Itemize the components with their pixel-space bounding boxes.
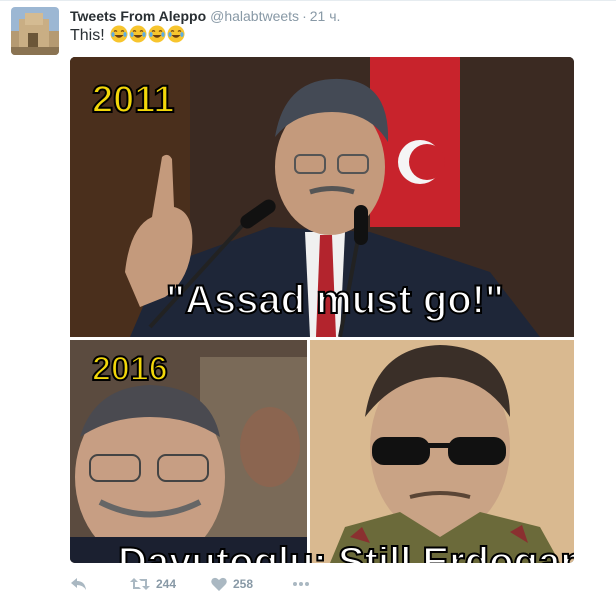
caption-year-bottom: 2016	[92, 350, 168, 388]
avatar[interactable]	[11, 7, 59, 55]
separator: ·	[302, 8, 307, 24]
caption-year-top: 2011	[92, 79, 174, 121]
reply-button[interactable]	[70, 577, 130, 591]
like-button[interactable]: 258	[211, 577, 292, 591]
reply-icon	[70, 577, 88, 591]
face-with-tears-of-joy-icon	[148, 25, 166, 43]
retweet-count: 244	[156, 577, 177, 591]
emoji-row	[109, 25, 185, 44]
caption-bottom-cut: Davutoglu: Still Erdogan	[118, 540, 574, 563]
face-with-tears-of-joy-icon	[167, 25, 185, 43]
divider	[0, 0, 616, 1]
retweet-button[interactable]: 244	[130, 577, 211, 591]
tweet-text: This!	[70, 25, 185, 47]
tweet-header: Tweets From Aleppo @halabtweets · 21 ч.	[70, 7, 340, 25]
author-handle[interactable]: @halabtweets	[210, 8, 299, 24]
face-with-tears-of-joy-icon	[110, 25, 128, 43]
tweet-actions: 244 258	[70, 574, 322, 594]
author-name[interactable]: Tweets From Aleppo	[70, 8, 206, 24]
like-count: 258	[233, 577, 254, 591]
heart-icon	[211, 577, 227, 591]
caption-quote: "Assad must go!"	[166, 278, 504, 322]
more-button[interactable]	[292, 581, 322, 587]
face-with-tears-of-joy-icon	[129, 25, 147, 43]
tweet: Tweets From Aleppo @halabtweets · 21 ч. Thi…	[0, 0, 616, 598]
retweet-icon	[130, 577, 150, 591]
tweet-media-image[interactable]: 2011 "Assad must go!" 2016 Davutoglu: St…	[70, 57, 574, 563]
more-icon	[292, 581, 310, 587]
tweet-text-body: This!	[70, 27, 105, 44]
timestamp[interactable]: 21 ч.	[310, 8, 341, 24]
